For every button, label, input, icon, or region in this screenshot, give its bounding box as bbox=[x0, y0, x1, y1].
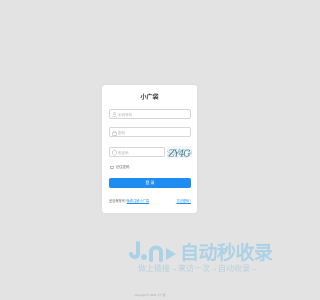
login-card: 小广袋 ZY4G 记住密码 登 录 还没有账号?免费注册小广袋 bbox=[102, 85, 197, 213]
captcha-field[interactable] bbox=[109, 147, 188, 157]
password-input[interactable] bbox=[118, 128, 188, 137]
user-icon bbox=[112, 111, 117, 118]
forgot-password-link[interactable]: 忘记密码? bbox=[176, 198, 191, 203]
remember-password[interactable]: 记住密码 bbox=[110, 165, 130, 170]
watermark-slogan: 做上链接→来访一次→自动收录→ bbox=[138, 264, 258, 273]
username-input[interactable] bbox=[118, 110, 188, 119]
login-title: 小广袋 bbox=[140, 95, 159, 101]
password-field[interactable] bbox=[109, 127, 191, 137]
shield-icon bbox=[112, 149, 117, 156]
captcha-noise: ZY4G bbox=[167, 150, 192, 159]
username-field[interactable] bbox=[109, 109, 191, 119]
register-link[interactable]: 免费注册小广袋 bbox=[127, 199, 149, 203]
remember-checkbox[interactable] bbox=[110, 165, 114, 170]
login-bottom-links: 还没有账号?免费注册小广袋 忘记密码? bbox=[109, 198, 191, 203]
watermark: 自动秒收录 做上链接→来访一次→自动收录→ bbox=[128, 238, 288, 278]
captcha-text: ZY4G bbox=[168, 150, 191, 159]
no-account-text: 还没有账号? bbox=[109, 199, 127, 203]
watermark-title: 自动秒收录 bbox=[180, 243, 273, 264]
remember-label: 记住密码 bbox=[115, 165, 130, 169]
footer-copyright: Copyright © 2024 小广袋 bbox=[134, 293, 166, 297]
lock-icon bbox=[112, 130, 117, 136]
watermark-logo bbox=[129, 241, 176, 262]
login-button[interactable]: 登 录 bbox=[109, 178, 191, 188]
captcha-image[interactable]: ZY4G bbox=[167, 146, 192, 158]
